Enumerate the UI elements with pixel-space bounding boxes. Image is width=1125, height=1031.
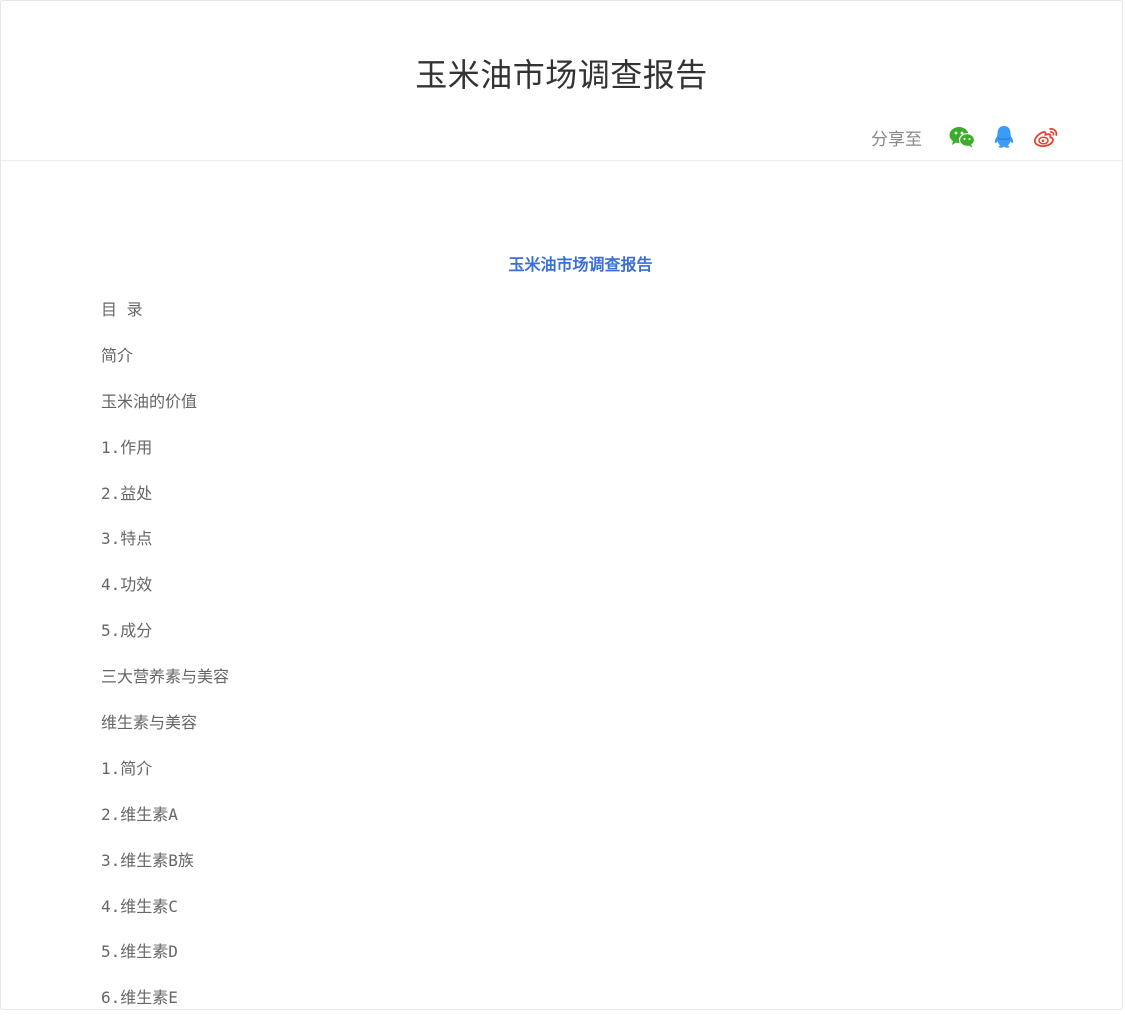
toc-item: 三大营养素与美容 [101,667,230,687]
qq-icon[interactable] [990,123,1018,151]
article-page: 玉米油市场调查报告 分享至 玉米油市场调查报告 目 录 简介 玉米油的价值 1.… [0,0,1123,1010]
toc-item: 2.益处 [101,483,153,503]
toc-item: 维生素与美容 [101,713,198,733]
toc-item: 玉米油的价值 [101,391,198,411]
page-title: 玉米油市场调查报告 [415,56,708,94]
toc-item: 3.特点 [101,529,153,549]
article-header: 玉米油市场调查报告 分享至 [1,1,1122,161]
weibo-icon[interactable] [1032,123,1060,151]
toc-item: 4.维生素C [101,896,178,916]
toc-item: 4.功效 [101,575,153,595]
toc-item: 5.成分 [101,621,153,641]
toc-item: 1.作用 [101,437,153,457]
toc-item: 2.维生素A [101,804,178,824]
toc-item: 3.维生素B族 [101,850,194,870]
toc-item: 简介 [101,345,134,365]
document-heading: 玉米油市场调查报告 [508,255,653,274]
toc-item: 6.维生素E [101,988,178,1008]
toc-item: 1.简介 [101,758,153,778]
share-label: 分享至 [871,129,922,150]
toc-item: 5.维生素D [101,942,178,962]
share-bar: 分享至 [871,122,1060,152]
wechat-icon[interactable] [948,123,976,151]
table-of-contents: 目 录简介玉米油的价值 1.作用 2.益处 3.特点 4.功效 5.成分三大营养素与美容维… [101,297,229,1031]
toc-item: 目 录 [101,300,143,319]
